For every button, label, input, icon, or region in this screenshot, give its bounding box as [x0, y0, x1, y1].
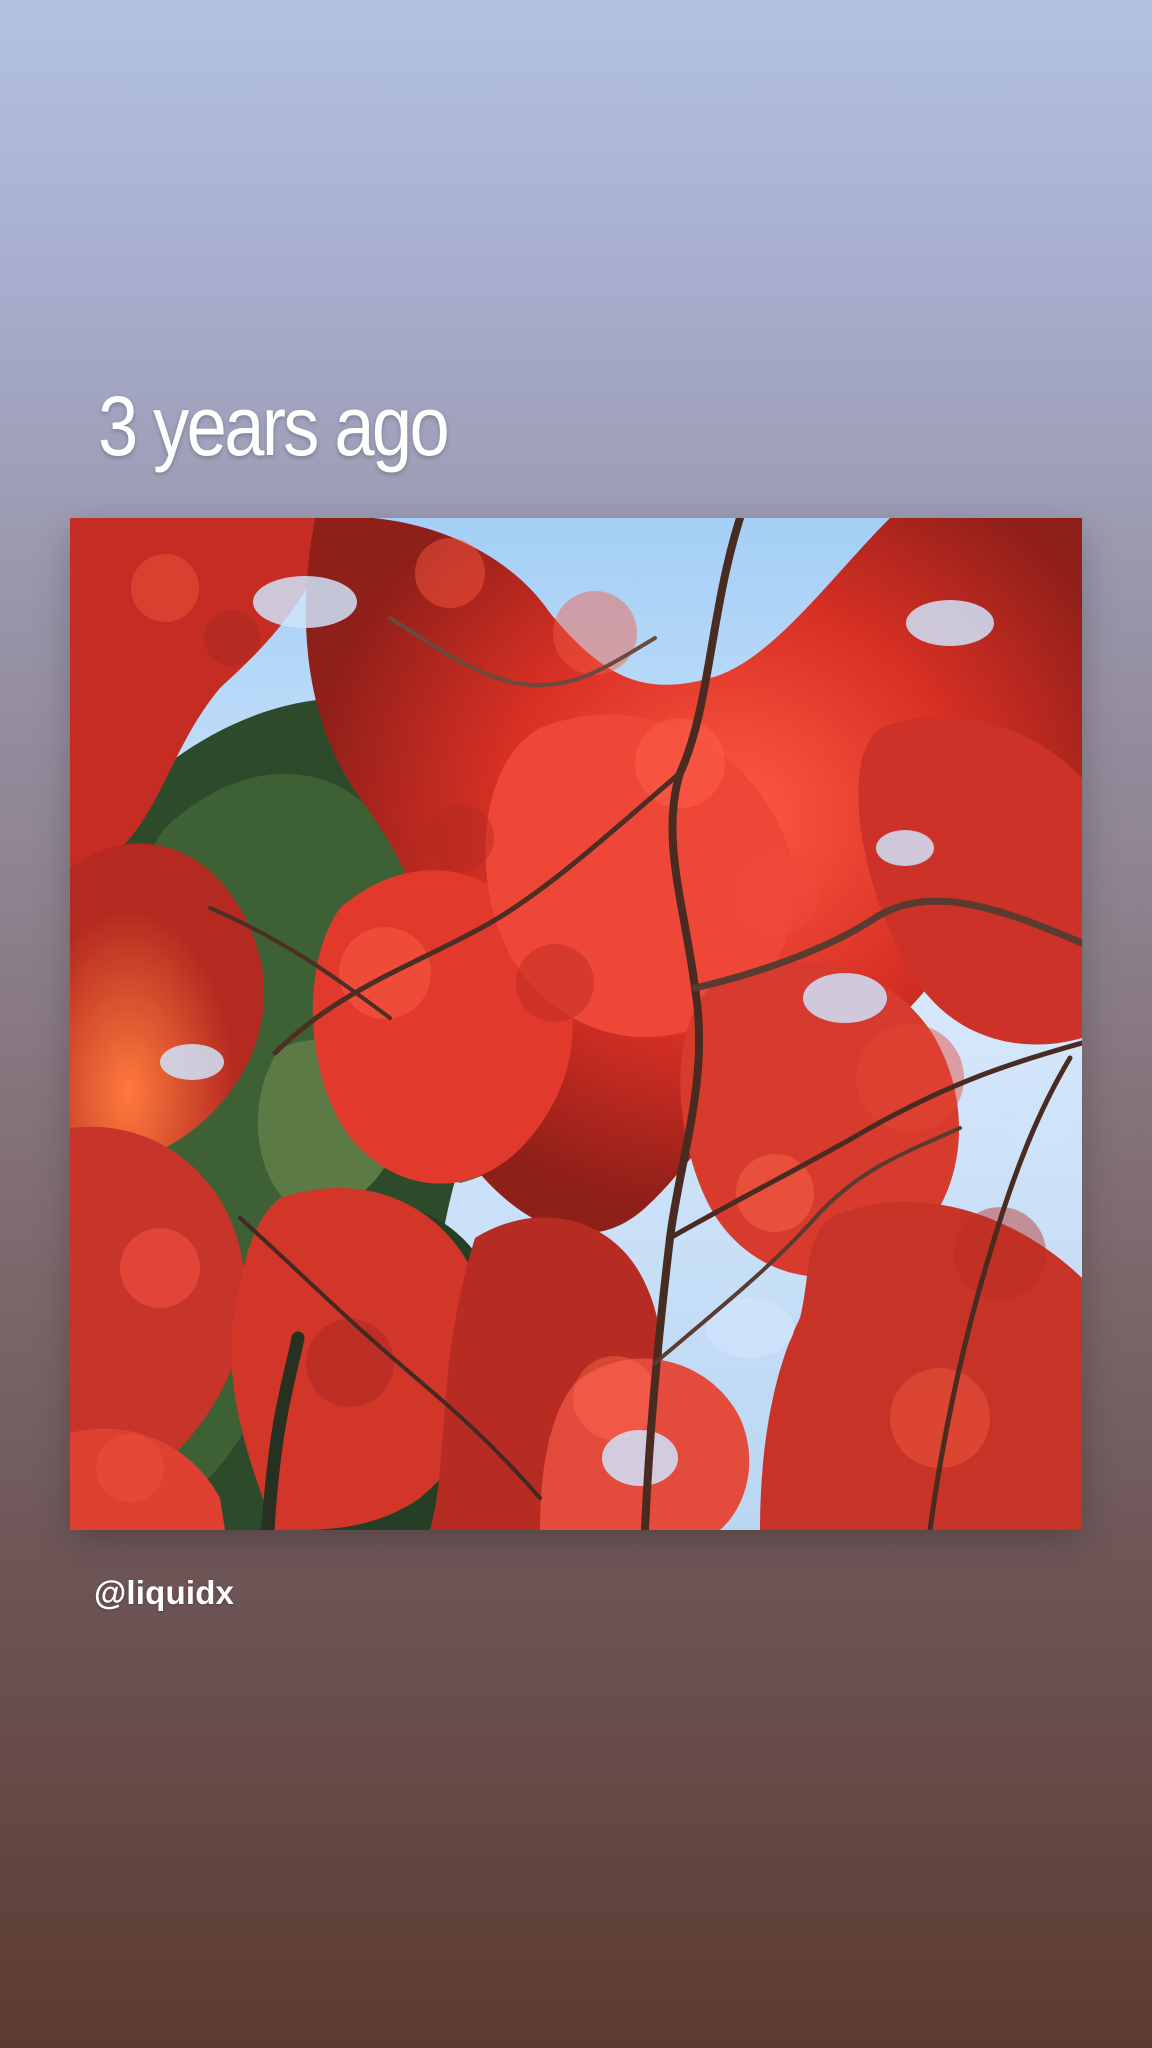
memory-date-label: 3 years ago	[98, 379, 450, 473]
username-mention[interactable]: @liquidx	[94, 1574, 234, 1612]
shared-photo[interactable]	[70, 518, 1082, 1530]
maple-tree-photo	[70, 518, 1082, 1530]
story-screen: 3 years ago @liquidx	[0, 0, 1152, 2048]
